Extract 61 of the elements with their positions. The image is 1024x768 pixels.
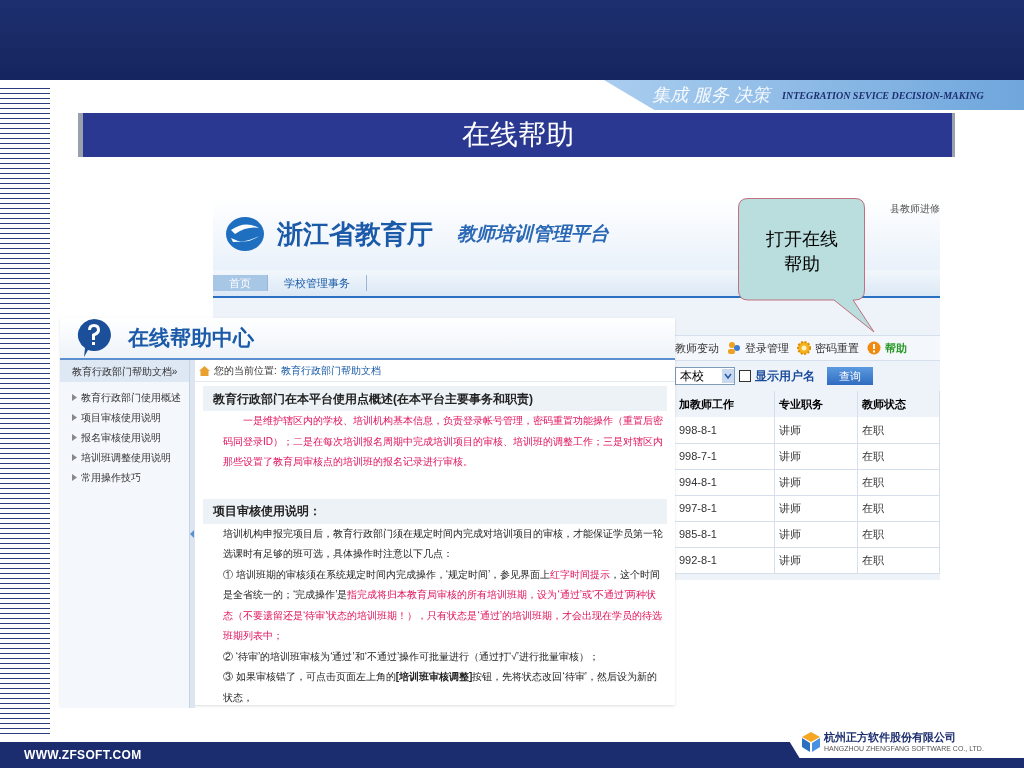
help-center-title: 在线帮助中心	[128, 325, 254, 352]
gear-icon	[797, 341, 811, 355]
swirl-logo-icon	[225, 216, 265, 252]
breadcrumb-label: 您的当前位置:	[214, 364, 277, 378]
section-heading: 教育行政部门在本平台使用点概述(在本平台主要事务和职责)	[203, 386, 667, 411]
paragraph: 一是维护辖区内的学校、培训机构基本信息，负责登录帐号管理，密码重置功能操作（重置后密码同登录ID）；二是在每次培训报名周期中完成培训项目的审核、培训班的调整工作；三是对辖区内那些设置了教育局审核点的培训班的报名记录进行审核。	[222, 414, 664, 469]
footer-url: WWW.ZFSOFT.COM	[24, 747, 142, 764]
toolbar-link[interactable]: 密码重置	[815, 339, 859, 357]
table-cell: 在职	[857, 521, 940, 547]
cube-logo-icon	[802, 732, 820, 752]
column-header: 教师状态	[857, 391, 940, 417]
bullet-triangle-icon	[72, 454, 77, 461]
toolbar-link[interactable]: 登录管理	[745, 339, 789, 357]
info-icon	[867, 341, 881, 355]
table-cell: 讲师	[774, 521, 858, 547]
sidebar-link[interactable]: 培训班调整使用说明	[81, 450, 171, 465]
table-cell: 在职	[857, 469, 940, 495]
checkbox-label: 显示用户名	[755, 368, 815, 385]
paragraph: ① 培训班期的审核须在系统规定时间内完成操作，‘规定时间’，参见界面上红字时间提示，这个时间是全省统一的；‘完成操作’是指完成将归本教育局审核的所有培训班期，设为‘通过’或‘不通过’两种状态（不要遗留还是‘待审’状态的培训班期！），只有状态是‘通过’的培训班期，才会出现在学员的待选班期列表中；	[222, 567, 663, 643]
sidebar-link[interactable]: 报名审核使用说明	[81, 430, 161, 445]
bullet-triangle-icon	[72, 414, 77, 421]
column-header: 专业职务	[774, 391, 858, 417]
table-cell: 讲师	[774, 417, 858, 443]
toolbar-link[interactable]: 教师变动	[675, 339, 719, 357]
users-icon	[727, 341, 741, 355]
question-bubble-icon	[76, 318, 112, 358]
collapse-arrow-icon	[190, 530, 195, 538]
corner-text: 县教师进修	[890, 202, 940, 216]
table-cell: 讲师	[774, 469, 858, 495]
home-icon	[199, 365, 210, 376]
table-cell: 讲师	[774, 443, 858, 469]
paragraph: ② ‘待审’的培训班审核为‘通过’和‘不通过’操作可批量进行（通过打‘√’进行批量审核）；	[222, 649, 601, 664]
checkbox[interactable]	[739, 370, 751, 382]
bullet-triangle-icon	[72, 394, 77, 401]
table-cell: 讲师	[774, 495, 858, 521]
table-cell: 在职	[857, 443, 940, 469]
paragraph: 培训机构申报完项目后，教育行政部门须在规定时间内完成对培训项目的审核，才能保证学员第一轮选课时有足够的班可选，具体操作时注意以下几点：	[222, 526, 664, 561]
sidebar-header[interactable]: 教育行政部门帮助文档»	[60, 360, 189, 382]
bullet-triangle-icon	[72, 474, 77, 481]
table-cell: 在职	[857, 495, 940, 521]
slogan-english: INTEGRATION SEVICE DECISION-MAKING	[782, 88, 984, 103]
callout-text: 打开在线帮助	[765, 228, 839, 276]
sidebar-link[interactable]: 教育行政部门使用概述	[81, 390, 181, 405]
sidebar-link[interactable]: 常用操作技巧	[81, 470, 141, 485]
company-name: 杭州正方软件股份有限公司	[824, 732, 957, 743]
dropdown-caret-icon	[722, 369, 734, 383]
org-name: 浙江省教育厅	[277, 218, 433, 251]
paragraph: ③ 如果审核错了，可点击页面左上角的[培训班审核调整]按钮，先将状态改回‘待审’，然后设为新的状态，	[222, 670, 658, 705]
slide-title: 在线帮助	[461, 118, 574, 152]
platform-name: 教师培训管理平台	[457, 221, 609, 246]
select-value: 本校	[680, 368, 704, 385]
table-cell: 讲师	[774, 547, 858, 573]
sidebar-link[interactable]: 项目审核使用说明	[81, 410, 161, 425]
breadcrumb-link[interactable]: 教育行政部门帮助文档	[280, 363, 381, 378]
scope-select[interactable]: 本校	[675, 367, 735, 385]
table-cell: 在职	[857, 547, 940, 573]
search-button[interactable]: 查询	[827, 367, 873, 385]
bullet-triangle-icon	[72, 434, 77, 441]
section-heading: 项目审核使用说明：	[203, 498, 667, 524]
nav-tab[interactable]: 学校管理事务	[268, 274, 367, 292]
table-cell: 在职	[857, 417, 940, 443]
